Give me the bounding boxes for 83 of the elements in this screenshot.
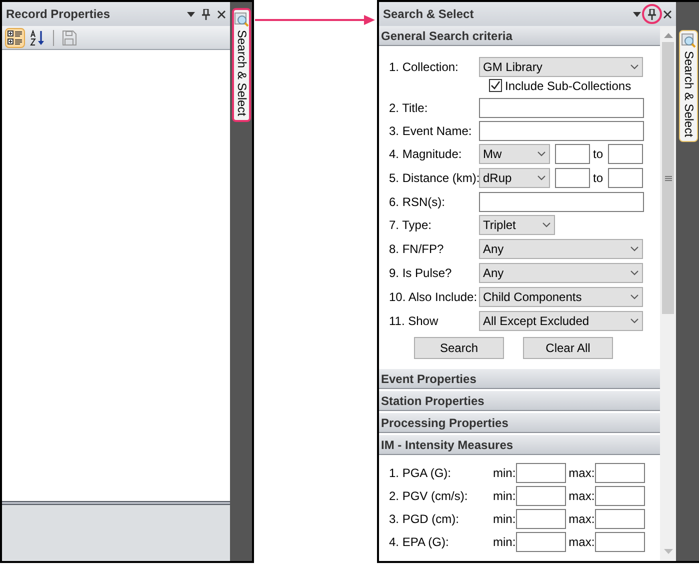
dropdown[interactable]: dRup: [479, 168, 550, 188]
field-label: 9. Is Pulse?: [389, 265, 453, 282]
action-button[interactable]: Search: [414, 337, 504, 359]
field-label: 11. Show: [389, 313, 440, 330]
min-field[interactable]: [516, 508, 566, 528]
dropdown-caret-icon: [542, 222, 551, 228]
text-field[interactable]: [479, 98, 644, 118]
grip-icon: [664, 176, 672, 180]
section-header[interactable]: Event Properties: [379, 369, 660, 389]
dropdown[interactable]: Triplet: [479, 215, 555, 235]
menu-dropdown-icon[interactable]: [187, 12, 195, 16]
max-field[interactable]: [594, 486, 645, 506]
close-icon[interactable]: [663, 10, 672, 18]
section-header[interactable]: IM - Intensity Measures: [379, 435, 660, 455]
panel-title: Search & Select: [383, 6, 474, 23]
min-label: min:: [493, 510, 516, 528]
max-label: max:: [568, 534, 595, 550]
max-field[interactable]: [594, 508, 645, 528]
dropdown[interactable]: Any: [479, 239, 643, 259]
dropdown-caret-icon: [630, 318, 639, 324]
dropdown-caret-icon: [630, 64, 639, 70]
menu-dropdown-icon[interactable]: [633, 12, 641, 16]
dropdown[interactable]: Mw: [479, 144, 550, 164]
dropdown-caret-icon: [630, 246, 639, 252]
field-label: 4. Magnitude:: [389, 146, 463, 163]
panel-title: Record Properties: [6, 6, 110, 23]
scrollbar[interactable]: [660, 26, 676, 561]
field-label: 1. Collection:: [389, 59, 460, 76]
dropdown-caret-icon: [630, 270, 639, 276]
checkbox[interactable]: [489, 79, 502, 92]
pin-icon[interactable]: [201, 8, 211, 20]
min-field[interactable]: [516, 532, 566, 552]
text-field[interactable]: [479, 120, 644, 140]
range-to-field[interactable]: [608, 168, 643, 188]
action-button[interactable]: Clear All: [523, 337, 613, 359]
min-label: min:: [493, 488, 516, 504]
dropdown[interactable]: GM Library: [479, 57, 643, 77]
dropdown[interactable]: Any: [479, 263, 643, 283]
close-icon[interactable]: [217, 10, 226, 18]
max-label: max:: [568, 488, 595, 504]
dropdown[interactable]: All Except Excluded: [479, 311, 643, 331]
max-field[interactable]: [594, 462, 645, 482]
magnifier-icon: [234, 12, 249, 27]
range-from-field[interactable]: [555, 168, 590, 188]
dropdown[interactable]: Child Components: [479, 287, 643, 307]
section-header[interactable]: Station Properties: [379, 391, 660, 411]
categorized-view-icon[interactable]: [5, 28, 25, 48]
side-tab[interactable]: Search & Select: [679, 30, 698, 142]
scroll-up-icon[interactable]: [664, 32, 672, 38]
field-label: 2. Title:: [389, 100, 429, 116]
field-label: 5. Distance (km):: [389, 170, 479, 187]
dropdown-caret-icon: [537, 151, 546, 157]
range-to-field[interactable]: [608, 144, 643, 164]
measure-label: 4. EPA (G):: [389, 534, 450, 550]
measure-label: 1. PGA (G):: [389, 464, 452, 482]
field-label: 6. RSN(s):: [389, 194, 446, 210]
max-field[interactable]: [594, 532, 645, 552]
min-label: min:: [493, 534, 516, 550]
side-tab-label: Search & Select: [234, 30, 250, 116]
dropdown-caret-icon: [537, 175, 546, 181]
field-label: 10. Also Include:: [389, 289, 478, 306]
dropdown-caret-icon: [630, 294, 639, 300]
text-field[interactable]: [479, 192, 644, 212]
range-separator: to: [592, 170, 604, 187]
section-header[interactable]: Processing Properties: [379, 413, 660, 433]
measure-label: 3. PGD (cm):: [389, 510, 460, 528]
field-label: 7. Type:: [389, 217, 432, 234]
max-label: max:: [568, 510, 595, 528]
field-label: 8. FN/FP?: [389, 241, 445, 258]
side-tab-label: Search & Select: [681, 51, 697, 138]
min-field[interactable]: [516, 462, 566, 482]
pin-icon[interactable]: [647, 8, 657, 20]
measure-label: 2. PGV (cm/s):: [389, 488, 469, 504]
section-header[interactable]: General Search criteria: [379, 26, 660, 46]
min-label: min:: [493, 464, 516, 482]
range-from-field[interactable]: [555, 144, 590, 164]
max-label: max:: [568, 464, 595, 482]
min-field[interactable]: [516, 486, 566, 506]
field-label: 3. Event Name:: [389, 122, 473, 140]
magnifier-icon: [681, 33, 696, 48]
side-tab[interactable]: Search & Select: [232, 8, 251, 122]
checkbox-label: Include Sub-Collections: [505, 78, 632, 94]
range-separator: to: [592, 146, 604, 163]
